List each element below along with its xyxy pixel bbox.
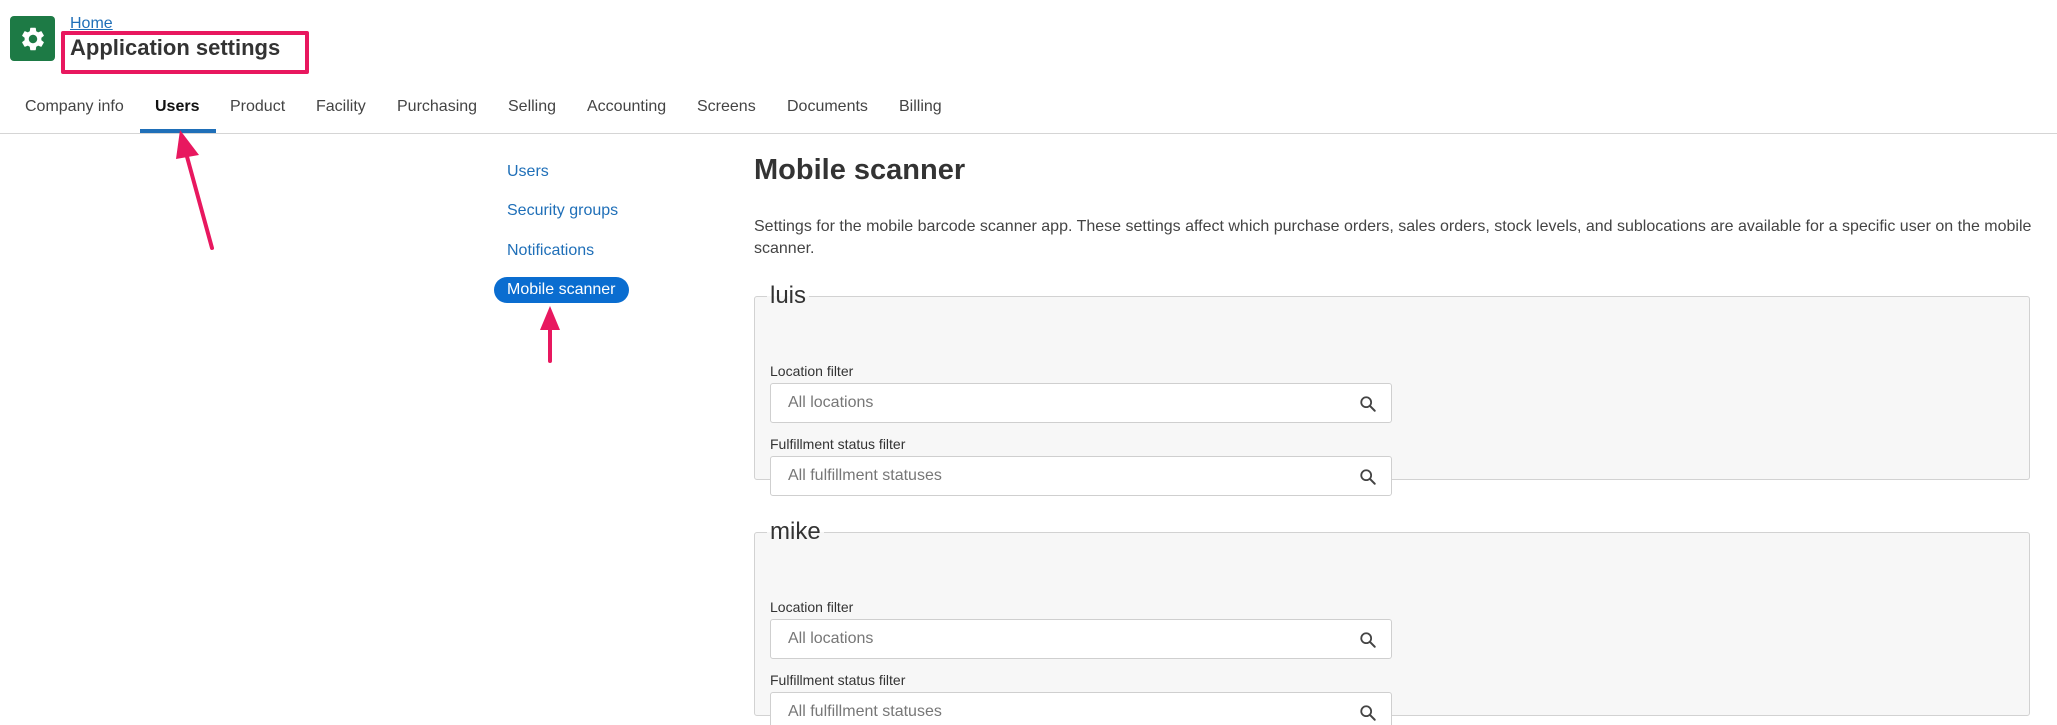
- fulfillment-filter-label: Fulfillment status filter: [770, 436, 906, 452]
- tab-documents[interactable]: Documents: [787, 98, 868, 116]
- section-description: Settings for the mobile barcode scanner …: [754, 218, 2032, 257]
- tab-screens[interactable]: Screens: [697, 98, 756, 116]
- sidenav-item-notifications[interactable]: Notifications: [507, 242, 594, 260]
- sidenav-item-users[interactable]: Users: [507, 163, 549, 181]
- tab-accounting[interactable]: Accounting: [587, 98, 666, 116]
- user-name: luis: [770, 282, 807, 309]
- search-icon[interactable]: [1359, 704, 1377, 722]
- user-name: mike: [770, 518, 821, 545]
- sidenav-item-security-groups[interactable]: Security groups: [507, 202, 618, 220]
- location-filter-label: Location filter: [770, 363, 854, 379]
- fulfillment-filter-label: Fulfillment status filter: [770, 672, 906, 688]
- tab-facility[interactable]: Facility: [316, 98, 366, 116]
- tab-selling[interactable]: Selling: [508, 98, 556, 116]
- section-title: Mobile scanner: [754, 154, 966, 186]
- location-filter-placeholder: All locations: [788, 630, 874, 647]
- user-settings-mike: mike Location filter All locations Fulfi…: [754, 518, 2030, 725]
- title-highlight-box: [61, 31, 309, 74]
- page: Home Application settings Company info U…: [0, 0, 2057, 725]
- location-filter-input[interactable]: All locations: [770, 383, 1392, 423]
- user-settings-luis: luis Location filter All locations Fulfi…: [754, 282, 2030, 496]
- annotation-arrow-users-tab: [176, 130, 214, 250]
- fulfillment-filter-placeholder: All fulfillment statuses: [788, 467, 942, 484]
- annotation-arrow-mobile-scanner: [540, 306, 560, 363]
- tab-users[interactable]: Users: [155, 98, 199, 116]
- tab-billing[interactable]: Billing: [899, 98, 942, 116]
- fulfillment-filter-input[interactable]: All fulfillment statuses: [770, 456, 1392, 496]
- tab-purchasing[interactable]: Purchasing: [397, 98, 477, 116]
- tab-product[interactable]: Product: [230, 98, 285, 116]
- search-icon[interactable]: [1359, 631, 1377, 649]
- location-filter-placeholder: All locations: [788, 394, 874, 411]
- location-filter-input[interactable]: All locations: [770, 619, 1392, 659]
- fulfillment-filter-placeholder: All fulfillment statuses: [788, 703, 942, 720]
- fulfillment-filter-input[interactable]: All fulfillment statuses: [770, 692, 1392, 725]
- settings-tabs: Company info Users Product Facility Purc…: [0, 90, 2057, 134]
- location-filter-label: Location filter: [770, 599, 854, 615]
- search-icon[interactable]: [1359, 468, 1377, 486]
- tab-company-info[interactable]: Company info: [25, 98, 124, 116]
- search-icon[interactable]: [1359, 395, 1377, 413]
- app-settings-icon: [10, 16, 55, 61]
- gear-icon: [21, 27, 44, 50]
- sidenav-item-mobile-scanner[interactable]: Mobile scanner: [494, 277, 629, 303]
